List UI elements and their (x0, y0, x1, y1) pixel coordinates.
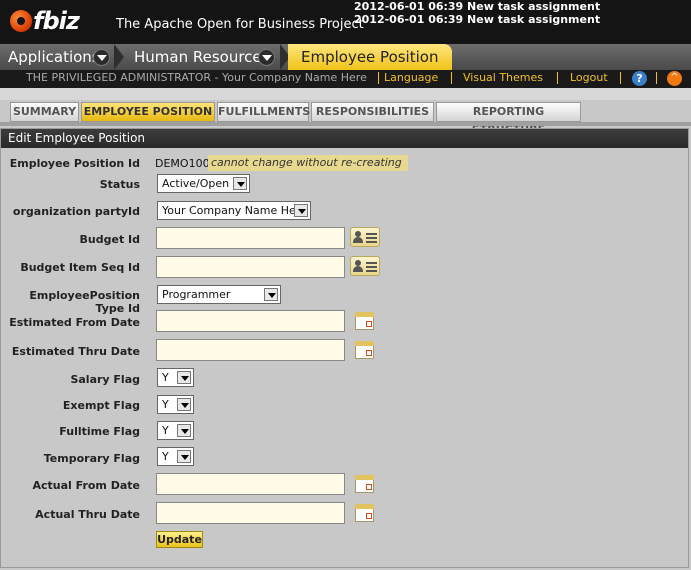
budget-id-label: Budget Id (79, 233, 140, 246)
current-app-tab[interactable]: Employee Position (288, 44, 452, 70)
budget-id-lookup-icon[interactable] (350, 227, 380, 247)
tab-employee-position[interactable]: EMPLOYEE POSITION (81, 102, 215, 122)
status-select[interactable]: Active/Open (157, 174, 250, 193)
chevron-down-icon (177, 450, 191, 463)
ofbiz-logo[interactable]: fbiz (10, 6, 80, 36)
est-thru-input[interactable] (156, 339, 345, 361)
update-button[interactable]: Update (156, 531, 203, 548)
separator (656, 72, 657, 84)
salary-flag-label: Salary Flag (70, 373, 140, 386)
applications-dropdown-icon[interactable] (93, 49, 110, 66)
budget-item-lookup-icon[interactable] (350, 256, 380, 276)
alert-icon[interactable]: ^ (667, 71, 682, 86)
position-id-note: cannot change without re-creating (208, 155, 408, 171)
status-label: Status (99, 178, 140, 191)
applications-label: Applications (8, 48, 100, 66)
chevron-down-icon (264, 288, 278, 301)
separator (557, 72, 558, 84)
logo-text: fbiz (33, 7, 80, 35)
tagline: The Apache Open for Business Project (116, 17, 364, 32)
tab-reporting-structure[interactable]: REPORTING STRUCTURE (436, 102, 581, 136)
separator (620, 72, 621, 84)
notification-item[interactable]: 2012-06-01 06:39 New task assignment (354, 13, 600, 26)
chevron-down-icon (177, 398, 191, 411)
user-company-label: THE PRIVILEGED ADMINISTRATOR - Your Comp… (26, 71, 367, 84)
notification-list: 2012-06-01 06:39 New task assignment 201… (354, 0, 600, 26)
tab-underline (0, 122, 691, 126)
separator (378, 72, 379, 84)
calendar-icon[interactable] (355, 341, 374, 359)
tab-responsibilities[interactable]: RESPONSIBILITIES (311, 102, 434, 122)
chevron-down-icon (177, 371, 191, 384)
actual-thru-input[interactable] (156, 502, 345, 524)
budget-item-input[interactable] (156, 256, 345, 278)
salary-flag-select[interactable]: Y (157, 368, 194, 387)
tab-fulfillments[interactable]: FULFILLMENTS (217, 102, 310, 122)
temporary-flag-select[interactable]: Y (157, 447, 194, 466)
fulltime-flag-select[interactable]: Y (157, 421, 194, 440)
temporary-flag-value: Y (162, 450, 169, 463)
nav-separator (114, 44, 124, 70)
exempt-flag-label: Exempt Flag (62, 399, 140, 412)
human-resources-label: Human Resources (134, 48, 270, 66)
chevron-down-icon (233, 177, 247, 190)
position-type-value: Programmer (162, 288, 231, 301)
actual-from-label: Actual From Date (32, 479, 140, 492)
budget-id-input[interactable] (156, 227, 345, 249)
language-link[interactable]: Language (384, 70, 438, 86)
panel-title: Edit Employee Position (1, 129, 688, 148)
est-thru-label: Estimated Thru Date (11, 345, 140, 358)
human-resources-dropdown-icon[interactable] (258, 49, 275, 66)
calendar-icon[interactable] (355, 504, 374, 522)
app-header: fbiz The Apache Open for Business Projec… (0, 0, 691, 44)
fulltime-flag-label: Fulltime Flag (59, 425, 140, 438)
est-from-label: Estimated From Date (9, 316, 140, 329)
logout-link[interactable]: Logout (570, 70, 608, 86)
chevron-down-icon (294, 204, 308, 217)
position-type-select[interactable]: Programmer (157, 285, 281, 304)
org-party-label: organization partyId (12, 205, 140, 218)
calendar-icon[interactable] (355, 475, 374, 493)
status-value: Active/Open (162, 177, 230, 190)
user-bar: THE PRIVILEGED ADMINISTRATOR - Your Comp… (0, 70, 691, 88)
exempt-flag-value: Y (162, 398, 169, 411)
current-app-label: Employee Position (301, 48, 439, 66)
logo-o-mark (10, 10, 32, 32)
calendar-icon[interactable] (355, 312, 374, 330)
help-icon[interactable]: ? (632, 71, 647, 86)
actual-from-input[interactable] (156, 473, 345, 495)
tab-summary[interactable]: SUMMARY (10, 102, 79, 122)
separator (451, 72, 452, 84)
position-id-value: DEMO100 (155, 157, 210, 170)
est-from-input[interactable] (156, 310, 345, 332)
position-type-label: EmployeePosition Type Id (29, 289, 140, 315)
visual-themes-link[interactable]: Visual Themes (463, 70, 543, 86)
temporary-flag-label: Temporary Flag (43, 452, 140, 465)
header-stripe (0, 88, 691, 100)
fulltime-flag-value: Y (162, 424, 169, 437)
exempt-flag-select[interactable]: Y (157, 395, 194, 414)
chevron-down-icon (177, 424, 191, 437)
salary-flag-value: Y (162, 371, 169, 384)
budget-item-label: Budget Item Seq Id (20, 261, 140, 274)
actual-thru-label: Actual Thru Date (35, 508, 140, 521)
org-party-select[interactable]: Your Company Name Here (157, 201, 311, 220)
notification-item[interactable]: 2012-06-01 06:39 New task assignment (354, 0, 600, 13)
org-party-value: Your Company Name Here (162, 204, 307, 217)
position-id-label: Employee Position Id (9, 157, 140, 170)
